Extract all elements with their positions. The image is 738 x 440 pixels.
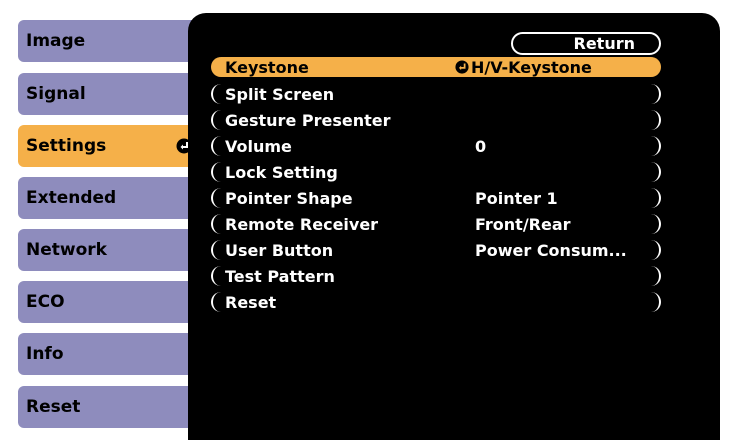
menu-item-label: User Button (225, 240, 334, 260)
menu-item-label: Volume (225, 136, 292, 156)
tab-label: ECO (26, 292, 65, 312)
menu-item-value: Pointer 1 (475, 188, 558, 208)
menu-item-gesture-presenter[interactable]: Gesture Presenter (211, 110, 661, 130)
tab-signal[interactable]: Signal (18, 73, 204, 115)
tab-label: Network (26, 240, 107, 260)
tab-image[interactable]: Image (18, 20, 204, 62)
menu-item-label: Split Screen (225, 84, 335, 104)
tab-eco[interactable]: ECO (18, 281, 204, 323)
menu-item-label: Keystone (225, 57, 309, 77)
menu-item-reset[interactable]: Reset (211, 292, 661, 312)
menu-item-split-screen[interactable]: Split Screen (211, 84, 661, 104)
menu-item-label: Pointer Shape (225, 188, 353, 208)
tab-label: Image (26, 31, 86, 51)
menu-item-remote-receiver[interactable]: Remote Receiver Front/Rear (211, 214, 661, 234)
menu-item-test-pattern[interactable]: Test Pattern (211, 266, 661, 286)
tab-settings[interactable]: Settings (18, 125, 204, 167)
menu-item-label: Gesture Presenter (225, 110, 391, 130)
menu-item-value: 0 (475, 136, 487, 156)
return-label: Return (573, 34, 636, 53)
settings-panel: Return Keystone H/V-Keystone Split Scree… (188, 13, 720, 440)
tab-reset[interactable]: Reset (18, 386, 204, 428)
menu-item-label: Lock Setting (225, 162, 338, 182)
menu-item-lock-setting[interactable]: Lock Setting (211, 162, 661, 182)
tab-label: Extended (26, 188, 117, 208)
menu-item-volume[interactable]: Volume 0 (211, 136, 661, 156)
menu-item-value: H/V-Keystone (455, 58, 592, 77)
menu-item-label: Reset (225, 292, 277, 312)
tab-label: Info (26, 344, 64, 364)
tab-info[interactable]: Info (18, 333, 204, 375)
tab-label: Reset (26, 397, 81, 417)
enter-icon (455, 60, 469, 74)
menu-item-user-button[interactable]: User Button Power Consum... (211, 240, 661, 260)
menu-item-keystone[interactable]: Keystone H/V-Keystone (211, 57, 661, 77)
menu-item-value: Front/Rear (475, 214, 571, 234)
menu-item-label: Remote Receiver (225, 214, 379, 234)
tab-label: Settings (26, 136, 107, 156)
tab-label: Signal (26, 84, 86, 104)
tab-network[interactable]: Network (18, 229, 204, 271)
tab-extended[interactable]: Extended (18, 177, 204, 219)
menu-item-value-text: H/V-Keystone (471, 57, 592, 77)
return-button[interactable]: Return (511, 32, 661, 55)
menu-item-pointer-shape[interactable]: Pointer Shape Pointer 1 (211, 188, 661, 208)
menu-item-label: Test Pattern (225, 266, 335, 286)
menu-item-value: Power Consum... (475, 240, 627, 260)
